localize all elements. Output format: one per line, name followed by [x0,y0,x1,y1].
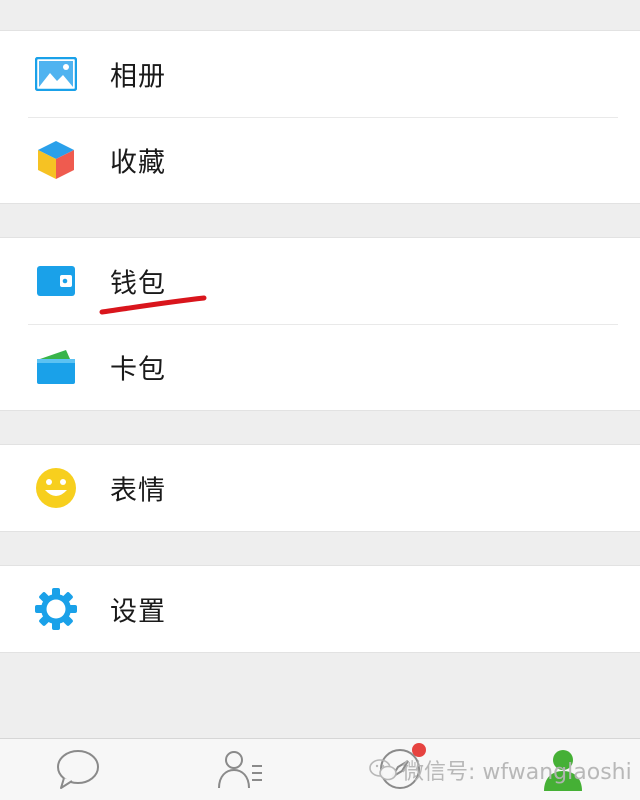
menu-item-label: 表情 [110,475,166,507]
gear-icon [30,583,82,635]
album-icon [30,48,82,100]
tab-chats[interactable] [48,745,108,797]
wechat-logo-icon [369,759,397,781]
tab-contacts[interactable] [210,745,270,797]
menu-group-3: 表情 [0,444,640,532]
menu-item-label: 收藏 [110,147,166,179]
menu-item-favorites[interactable]: 收藏 [0,117,640,203]
card-wallet-icon [30,341,82,393]
bottom-tab-bar: 微信号: wfwanglaoshi [0,738,640,800]
menu-group-4: 设置 [0,565,640,653]
menu-item-label: 卡包 [110,354,166,386]
menu-item-card-wallet[interactable]: 卡包 [0,324,640,410]
smiley-icon [30,462,82,514]
watermark-text: 微信号: wfwanglaoshi [402,760,632,785]
menu-group-1: 相册 收藏 [0,30,640,204]
menu-item-stickers[interactable]: 表情 [0,445,640,531]
red-underline-annotation [99,295,207,315]
chat-bubble-icon [55,748,101,794]
contacts-icon [216,748,264,794]
menu-item-label: 设置 [110,596,166,628]
menu-item-wallet[interactable]: 钱包 [0,238,640,324]
menu-group-2: 钱包 卡包 [0,237,640,411]
watermark: 微信号: wfwanglaoshi [368,754,632,786]
me-page: 相册 收藏 钱包 卡包 表情 设置 微信号: wfwanglaoshi [0,0,640,800]
menu-item-album[interactable]: 相册 [0,31,640,117]
menu-item-settings[interactable]: 设置 [0,566,640,652]
menu-item-label: 相册 [110,61,166,93]
favorites-cube-icon [30,134,82,186]
wallet-icon [30,255,82,307]
